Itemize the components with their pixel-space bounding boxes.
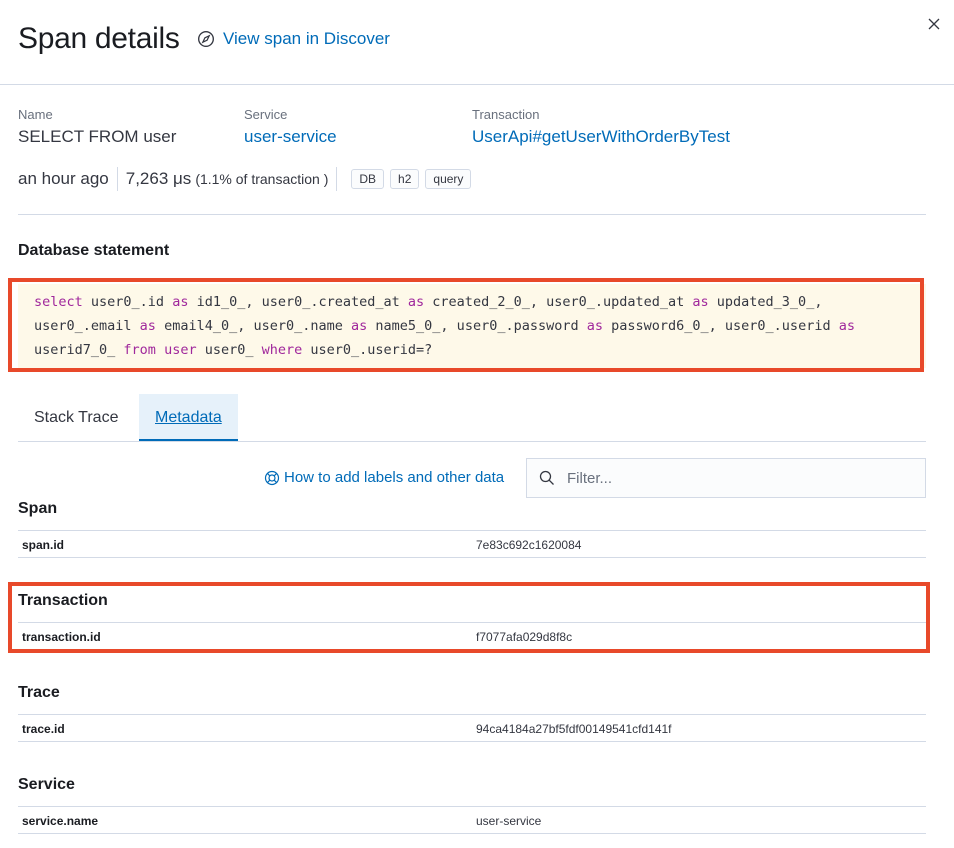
filter-field[interactable]	[526, 458, 926, 498]
page-title: Span details	[18, 22, 180, 55]
metadata-section-span: Span span.id 7e83c692c1620084	[18, 500, 926, 558]
labels-help-link[interactable]: How to add labels and other data	[264, 469, 504, 486]
divider	[116, 167, 118, 191]
duration: 7,263 μs	[125, 169, 192, 188]
metadata-key: span.id	[22, 538, 65, 552]
labels-help-label[interactable]: How to add labels and other data	[284, 469, 504, 486]
highlight-frame	[8, 582, 930, 653]
metadata-value: user-service	[476, 814, 542, 828]
flyout-header: Span details View span in Discover	[0, 0, 954, 85]
section-title: Span	[18, 500, 58, 517]
summary-service: Service user-service	[244, 107, 337, 147]
database-statement-heading: Database statement	[18, 242, 170, 259]
metadata-row: trace.id 94ca4184a27bf5fdf00149541cfd141…	[18, 714, 926, 742]
divider	[336, 167, 338, 191]
close-icon[interactable]	[924, 14, 944, 34]
transaction-label: Transaction	[472, 107, 540, 122]
badge-action: query	[425, 169, 472, 189]
metadata-row: span.id 7e83c692c1620084	[18, 530, 926, 558]
metadata-value: 94ca4184a27bf5fdf00149541cfd141f	[476, 722, 672, 736]
name-label: Name	[18, 107, 53, 122]
metadata-section-trace: Trace trace.id 94ca4184a27bf5fdf00149541…	[18, 684, 926, 742]
metadata-row: service.name user-service	[18, 806, 926, 834]
span-meta-row: an hour ago 7,263 μs (1.1% of transactio…	[18, 166, 472, 192]
summary-transaction: Transaction UserApi#getUserWithOrderByTe…	[472, 107, 730, 147]
section-divider	[18, 214, 926, 215]
metadata-key: service.name	[22, 814, 99, 828]
metadata-section-service: Service service.name user-service	[18, 776, 926, 834]
summary-name: Name SELECT FROM user	[18, 107, 176, 147]
view-in-discover-link[interactable]: View span in Discover	[197, 29, 390, 49]
section-title: Trace	[18, 684, 60, 701]
metadata-key: trace.id	[22, 722, 65, 736]
badge-type: DB	[351, 169, 385, 189]
transaction-link[interactable]: UserApi#getUserWithOrderByTest	[472, 127, 730, 147]
tab-metadata[interactable]: Metadata	[139, 394, 238, 441]
service-link[interactable]: user-service	[244, 127, 337, 147]
highlight-frame	[8, 278, 924, 372]
filter-input[interactable]	[565, 468, 909, 488]
detail-tabs: Stack Trace Metadata	[18, 394, 926, 442]
tab-stack-trace[interactable]: Stack Trace	[18, 394, 134, 441]
metadata-value: 7e83c692c1620084	[476, 538, 582, 552]
search-icon	[539, 470, 554, 485]
duration-percent: (1.1% of transaction )	[195, 171, 329, 187]
name-value: SELECT FROM user	[18, 127, 177, 146]
service-label: Service	[244, 107, 288, 122]
timestamp: an hour ago	[18, 169, 109, 188]
compass-icon	[198, 31, 214, 47]
view-in-discover-label[interactable]: View span in Discover	[223, 29, 390, 49]
help-icon	[264, 470, 280, 485]
badge-subtype: h2	[390, 169, 420, 189]
section-title: Service	[18, 776, 75, 793]
